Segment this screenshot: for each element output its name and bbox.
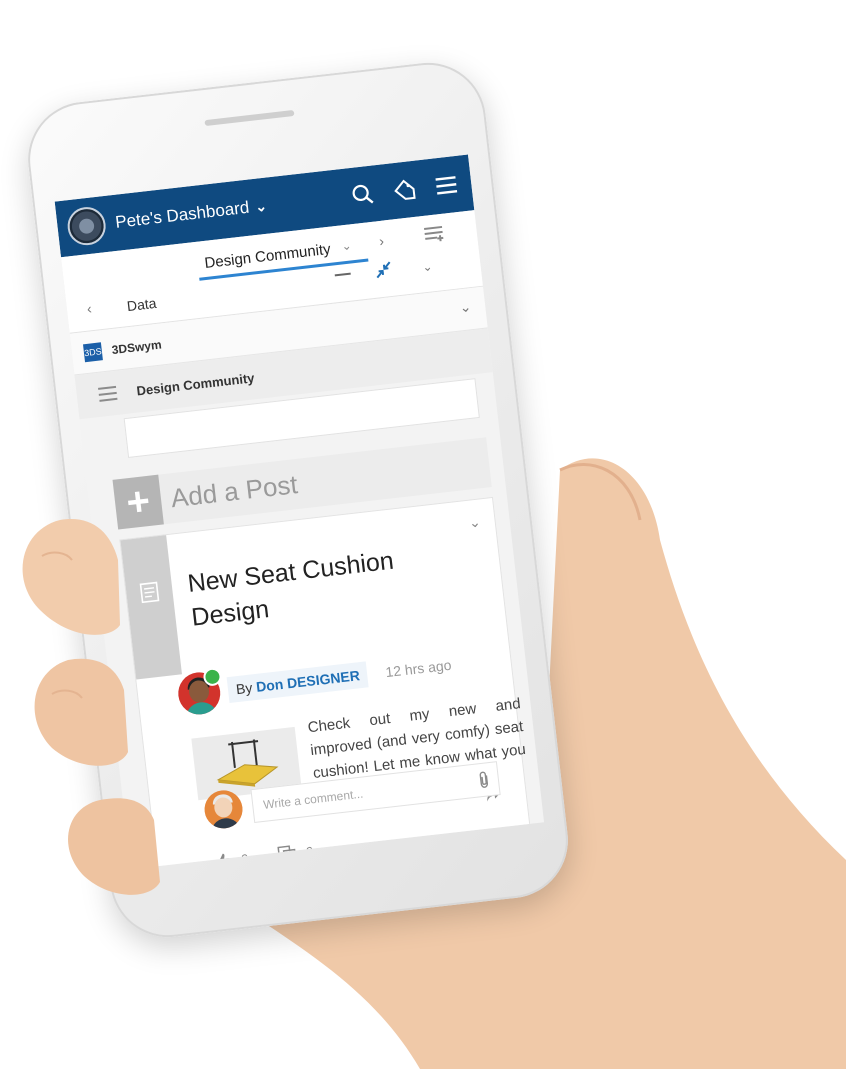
tab-list-icon[interactable] xyxy=(422,222,447,249)
chevron-down-icon[interactable]: ⌄ xyxy=(254,197,268,215)
comment-icon[interactable] xyxy=(277,845,297,864)
app-screen: Pete's Dashboard ⌄ Design Community ⌄ › … xyxy=(54,154,545,870)
by-prefix: By xyxy=(235,679,254,698)
chevron-down-icon[interactable]: ⌄ xyxy=(468,514,482,532)
author-name-link[interactable]: Don DESIGNER xyxy=(255,667,360,695)
top-bar-spacer xyxy=(267,198,336,206)
menu-icon[interactable] xyxy=(430,169,463,202)
chevron-down-icon[interactable]: ⌄ xyxy=(341,238,353,253)
tab-data[interactable]: Data xyxy=(126,295,157,314)
search-icon[interactable] xyxy=(346,178,379,211)
tag-icon[interactable] xyxy=(388,173,421,206)
post-type-stripe xyxy=(120,535,182,680)
like-icon[interactable] xyxy=(215,852,233,869)
document-icon xyxy=(137,580,161,604)
phone-device: Pete's Dashboard ⌄ Design Community ⌄ › … xyxy=(21,56,575,944)
post-title[interactable]: New Seat Cushion Design xyxy=(186,538,452,635)
reactions-row: 0 0 xyxy=(215,839,345,869)
community-name: Design Community xyxy=(135,369,256,399)
comment-count: 0 xyxy=(305,843,315,860)
chevron-down-icon[interactable]: ⌄ xyxy=(422,259,434,274)
app-name: 3DSwym xyxy=(110,336,163,357)
current-user-avatar[interactable] xyxy=(202,788,245,831)
collapse-icon[interactable] xyxy=(374,260,394,283)
dashboard-title[interactable]: Pete's Dashboard xyxy=(114,198,250,233)
paperclip-icon[interactable] xyxy=(477,770,492,794)
author-avatar[interactable] xyxy=(176,666,223,717)
author-chip: By Don DESIGNER xyxy=(226,661,370,704)
chevron-right-icon[interactable]: › xyxy=(378,233,384,249)
3dswym-logo: 3DS xyxy=(82,341,103,362)
compass-icon[interactable] xyxy=(65,205,108,248)
minimize-icon[interactable] xyxy=(334,272,351,277)
plus-icon: + xyxy=(112,474,164,530)
chevron-down-icon[interactable]: ⌄ xyxy=(459,298,473,316)
chevron-left-icon[interactable]: ‹ xyxy=(86,300,92,316)
phone-speaker xyxy=(204,109,295,127)
hamburger-icon[interactable] xyxy=(98,385,118,402)
like-count: 0 xyxy=(240,850,250,867)
add-post-label: Add a Post xyxy=(169,468,300,513)
post-timestamp: 12 hrs ago xyxy=(384,656,453,681)
